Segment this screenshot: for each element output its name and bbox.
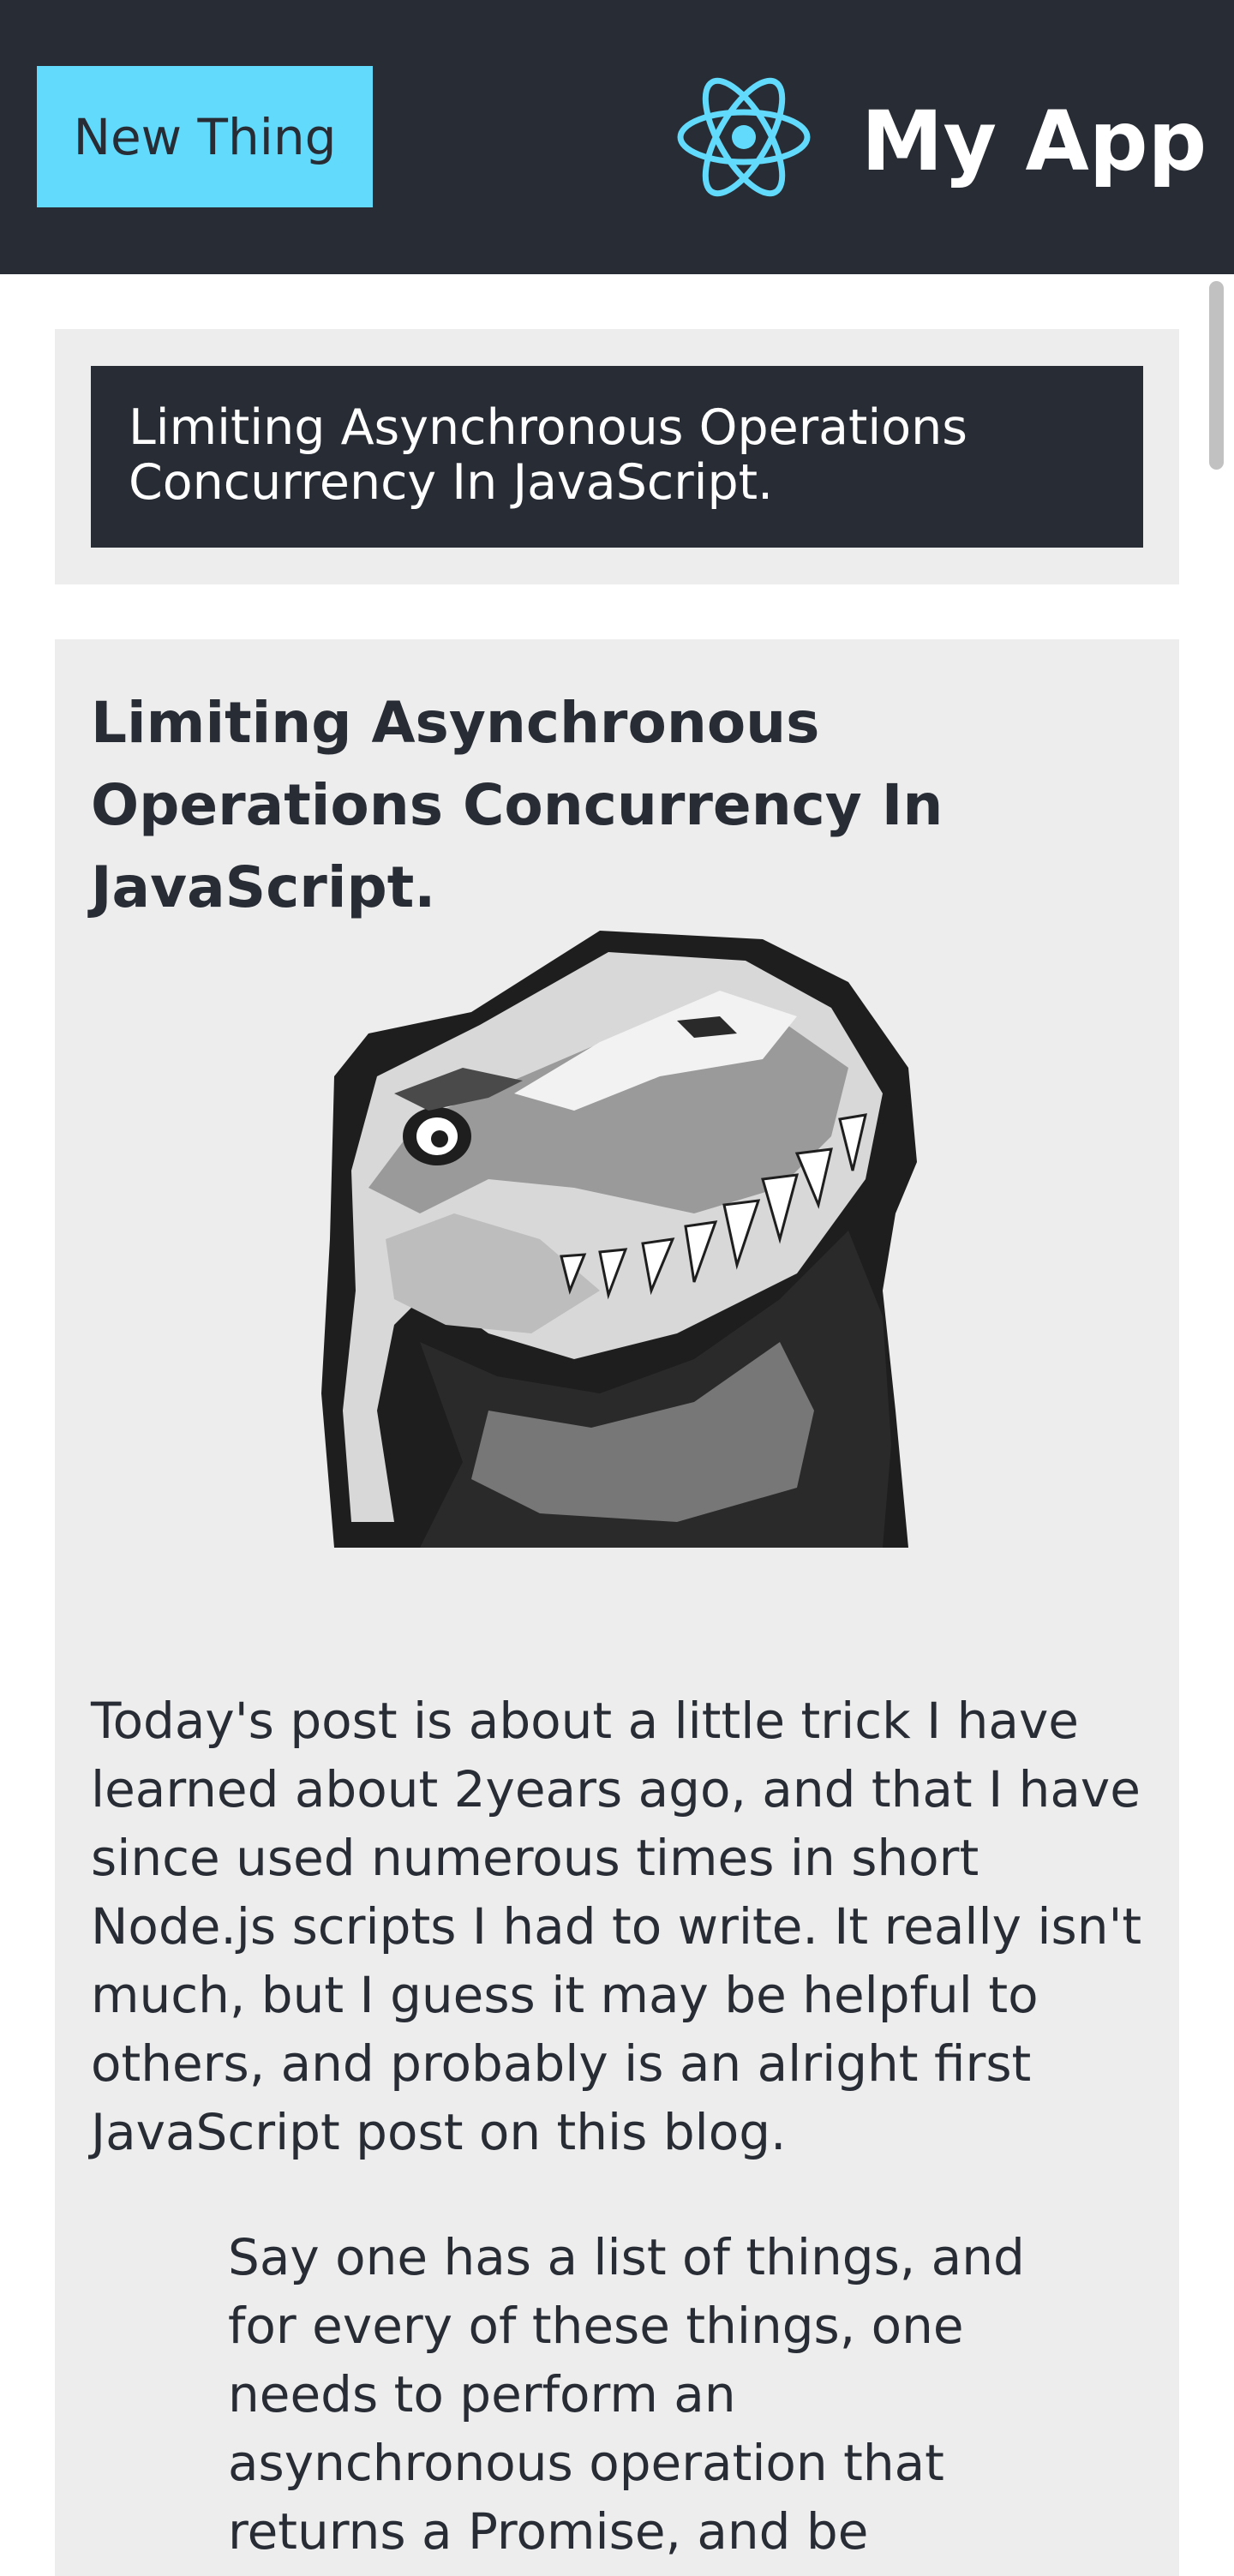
- post-list-item[interactable]: Limiting Asynchronous Operations Concurr…: [91, 366, 1143, 548]
- app-header: New Thing My App: [0, 0, 1234, 274]
- react-logo-icon: [677, 77, 811, 197]
- post-paragraph: Today's post is about a little trick I h…: [91, 1692, 1142, 2161]
- post-title: Limiting Asynchronous Operations Concurr…: [91, 690, 943, 920]
- post-blockquote: Say one has a list of things, and for ev…: [228, 2228, 1025, 2561]
- new-thing-button[interactable]: New Thing: [37, 66, 373, 207]
- post-detail: Limiting Asynchronous Operations Concurr…: [55, 639, 1179, 2576]
- app-title: My App: [861, 93, 1207, 189]
- scrollbar-thumb[interactable]: [1209, 281, 1224, 470]
- t-rex-illustration-image: [321, 931, 917, 1548]
- post-list: Limiting Asynchronous Operations Concurr…: [55, 329, 1179, 584]
